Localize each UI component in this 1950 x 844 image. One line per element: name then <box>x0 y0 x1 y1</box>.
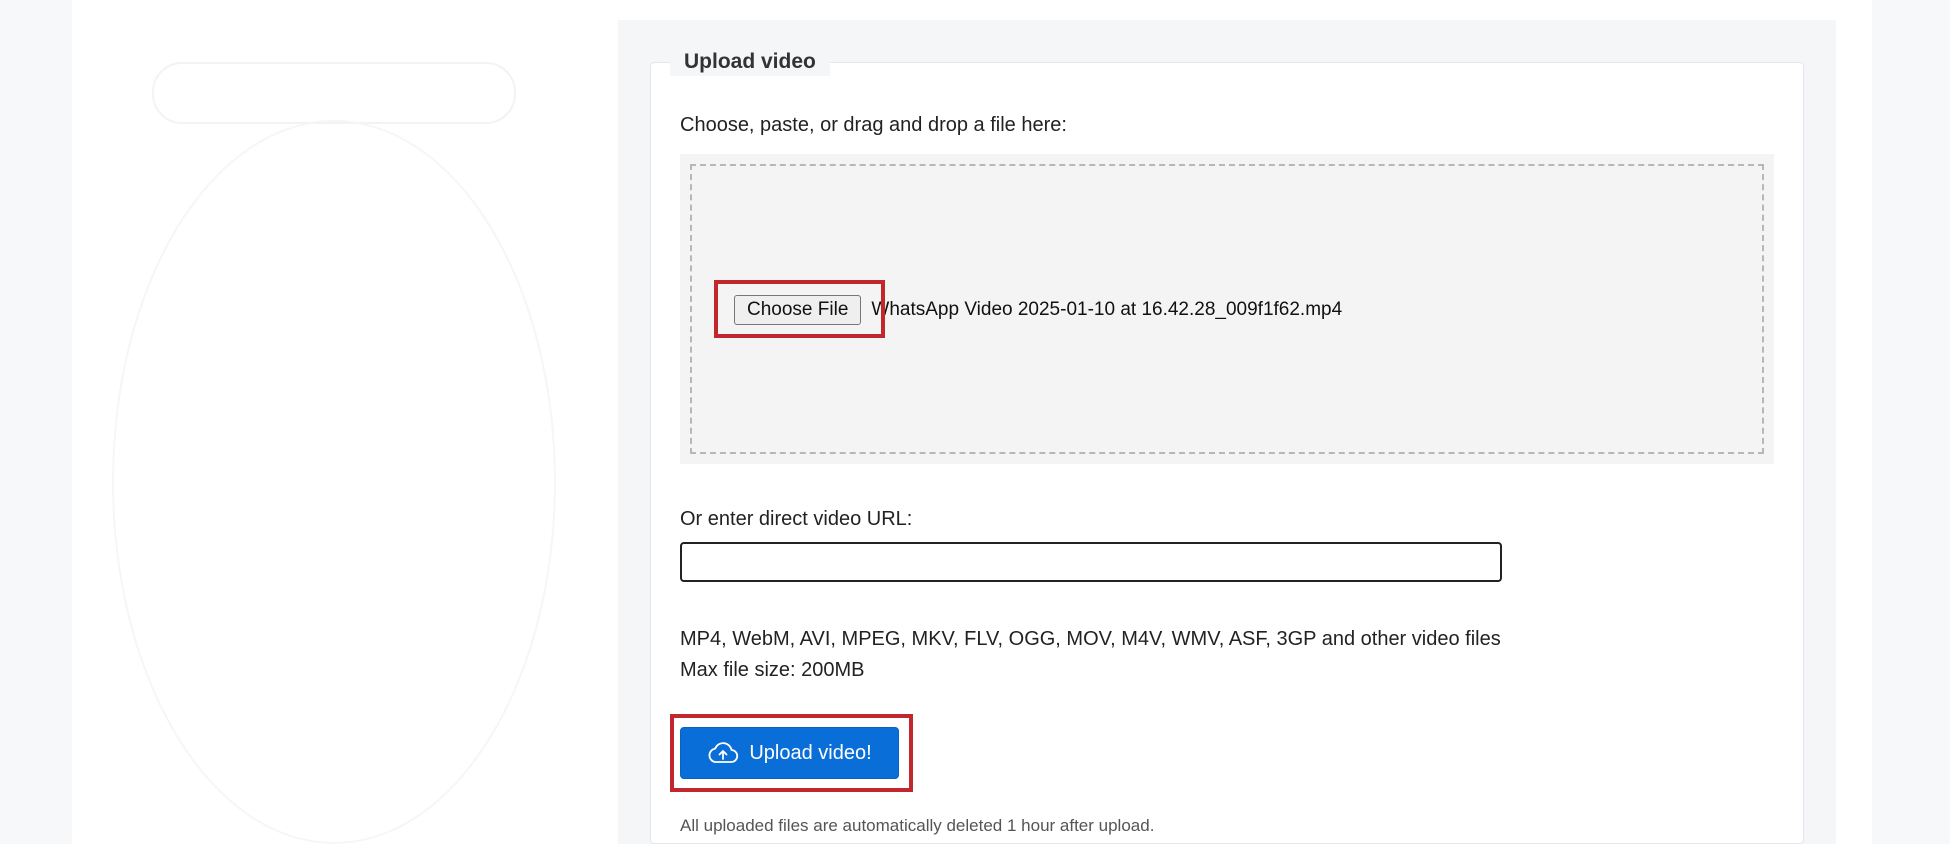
max-file-size-text: Max file size: 200MB <box>680 659 865 681</box>
url-label: Or enter direct video URL: <box>680 508 913 530</box>
upload-fieldset-legend: Upload video <box>670 48 830 76</box>
faded-sidebar-area <box>72 0 562 844</box>
right-gutter <box>1872 0 1950 844</box>
faded-sidebar-pill <box>152 62 516 124</box>
left-gutter <box>0 0 72 844</box>
upload-video-button[interactable]: Upload video! <box>680 727 899 779</box>
supported-formats-text: MP4, WebM, AVI, MPEG, MKV, FLV, OGG, MOV… <box>680 628 1501 650</box>
selected-file-name: WhatsApp Video 2025-01-10 at 16.42.28_00… <box>871 299 1343 320</box>
faded-sidebar-graphic <box>112 120 556 844</box>
video-url-input[interactable] <box>680 542 1502 582</box>
auto-delete-notice: All uploaded files are automatically del… <box>680 816 1155 835</box>
choose-file-button[interactable]: Choose File <box>734 295 862 325</box>
file-input[interactable]: Choose File WhatsApp Video 2025-01-10 at… <box>734 295 1342 325</box>
dropzone-label: Choose, paste, or drag and drop a file h… <box>680 114 1067 136</box>
upload-video-button-label: Upload video! <box>749 741 872 764</box>
cloud-upload-icon <box>707 741 739 765</box>
